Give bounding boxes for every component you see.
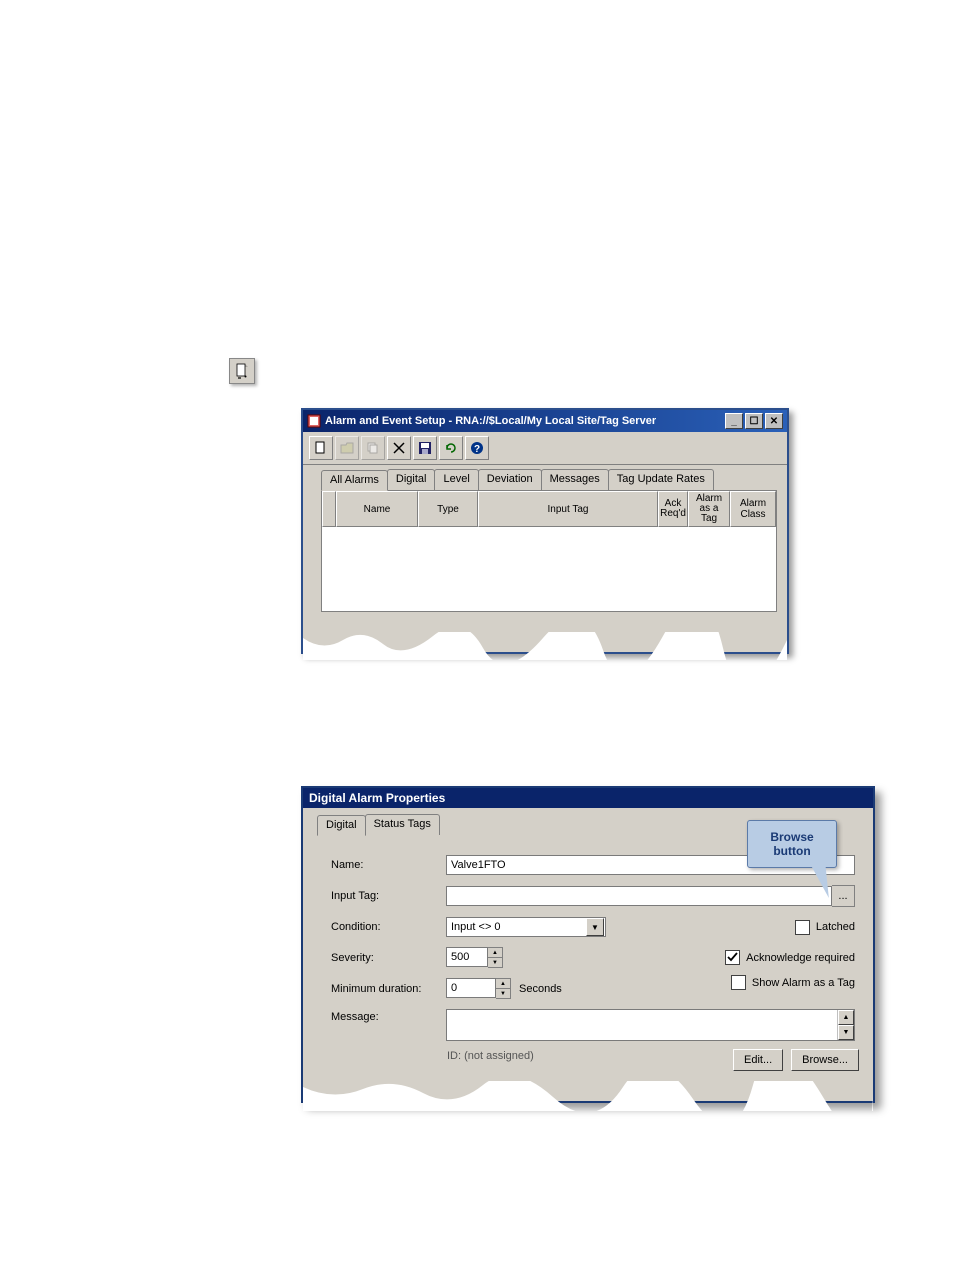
condition-select[interactable]: Input <> 0 ▼ bbox=[446, 917, 606, 937]
label-input-tag: Input Tag: bbox=[331, 890, 446, 902]
torn-edge bbox=[303, 1071, 873, 1101]
dropdown-icon: ▼ bbox=[586, 918, 604, 936]
edit-button[interactable]: Edit... bbox=[733, 1049, 783, 1071]
input-tag-field[interactable] bbox=[446, 886, 832, 906]
label-min-duration: Minimum duration: bbox=[331, 983, 446, 995]
tab-digital[interactable]: Digital bbox=[317, 815, 366, 836]
open-button bbox=[335, 436, 359, 460]
tab-row: All Alarms Digital Level Deviation Messa… bbox=[303, 465, 787, 490]
col-name[interactable]: Name bbox=[336, 491, 418, 527]
tab-digital[interactable]: Digital bbox=[387, 469, 436, 490]
min-duration-stepper[interactable]: 0 ▲▼ bbox=[446, 978, 511, 999]
message-field[interactable]: ▲▼ bbox=[446, 1009, 855, 1041]
col-ack-reqd[interactable]: Ack Req'd bbox=[658, 491, 688, 527]
alarm-table: Name Type Input Tag Ack Req'd Alarm as a… bbox=[321, 490, 777, 612]
min-duration-value: 0 bbox=[451, 982, 457, 994]
tab-deviation[interactable]: Deviation bbox=[478, 469, 542, 490]
browse-callout: Browse button bbox=[747, 820, 837, 868]
app-icon bbox=[307, 414, 321, 428]
name-value: Valve1FTO bbox=[451, 859, 506, 871]
label-severity: Severity: bbox=[331, 952, 446, 964]
ack-required-label: Acknowledge required bbox=[746, 952, 855, 964]
new-document-icon bbox=[229, 358, 255, 384]
scrollbar[interactable]: ▲▼ bbox=[837, 1010, 854, 1040]
torn-edge bbox=[303, 618, 787, 652]
label-condition: Condition: bbox=[331, 921, 446, 933]
copy-button bbox=[361, 436, 385, 460]
id-text: ID: (not assigned) bbox=[447, 1050, 534, 1062]
callout-line1: Browse bbox=[770, 830, 813, 844]
latched-label: Latched bbox=[816, 921, 855, 933]
spin-buttons[interactable]: ▲▼ bbox=[488, 947, 503, 968]
spin-buttons[interactable]: ▲▼ bbox=[496, 978, 511, 999]
window-title: Alarm and Event Setup - RNA://$Local/My … bbox=[325, 415, 656, 427]
browse-msg-button[interactable]: Browse... bbox=[791, 1049, 859, 1071]
label-name: Name: bbox=[331, 859, 446, 871]
row-selector-header bbox=[322, 491, 336, 527]
show-as-tag-label: Show Alarm as a Tag bbox=[752, 977, 855, 989]
tab-tag-update-rates[interactable]: Tag Update Rates bbox=[608, 469, 714, 490]
refresh-button[interactable] bbox=[439, 436, 463, 460]
help-button[interactable]: ? bbox=[465, 436, 489, 460]
show-as-tag-checkbox[interactable] bbox=[731, 975, 746, 990]
col-input-tag[interactable]: Input Tag bbox=[478, 491, 658, 527]
close-button[interactable]: ✕ bbox=[765, 413, 783, 429]
severity-value: 500 bbox=[451, 951, 469, 963]
alarm-event-setup-window: Alarm and Event Setup - RNA://$Local/My … bbox=[301, 408, 789, 654]
new-button[interactable] bbox=[309, 436, 333, 460]
label-message: Message: bbox=[331, 1009, 446, 1023]
tab-level[interactable]: Level bbox=[434, 469, 478, 490]
ack-required-checkbox[interactable] bbox=[725, 950, 740, 965]
latched-checkbox[interactable] bbox=[795, 920, 810, 935]
window-title: Digital Alarm Properties bbox=[303, 788, 873, 808]
svg-text:?: ? bbox=[474, 444, 480, 455]
col-alarm-as-tag[interactable]: Alarm as a Tag bbox=[688, 491, 730, 527]
col-type[interactable]: Type bbox=[418, 491, 478, 527]
callout-line2: button bbox=[773, 844, 810, 858]
min-duration-units: Seconds bbox=[519, 983, 562, 995]
minimize-button[interactable]: _ bbox=[725, 413, 743, 429]
toolbar: ? bbox=[303, 432, 787, 465]
tab-all-alarms[interactable]: All Alarms bbox=[321, 470, 388, 491]
tab-messages[interactable]: Messages bbox=[541, 469, 609, 490]
tab-status-tags[interactable]: Status Tags bbox=[365, 814, 440, 835]
condition-value: Input <> 0 bbox=[451, 921, 501, 933]
severity-stepper[interactable]: 500 ▲▼ bbox=[446, 947, 503, 968]
col-alarm-class[interactable]: Alarm Class bbox=[730, 491, 776, 527]
title-bar: Alarm and Event Setup - RNA://$Local/My … bbox=[303, 410, 787, 432]
delete-button[interactable] bbox=[387, 436, 411, 460]
maximize-button[interactable]: ☐ bbox=[745, 413, 763, 429]
save-button[interactable] bbox=[413, 436, 437, 460]
